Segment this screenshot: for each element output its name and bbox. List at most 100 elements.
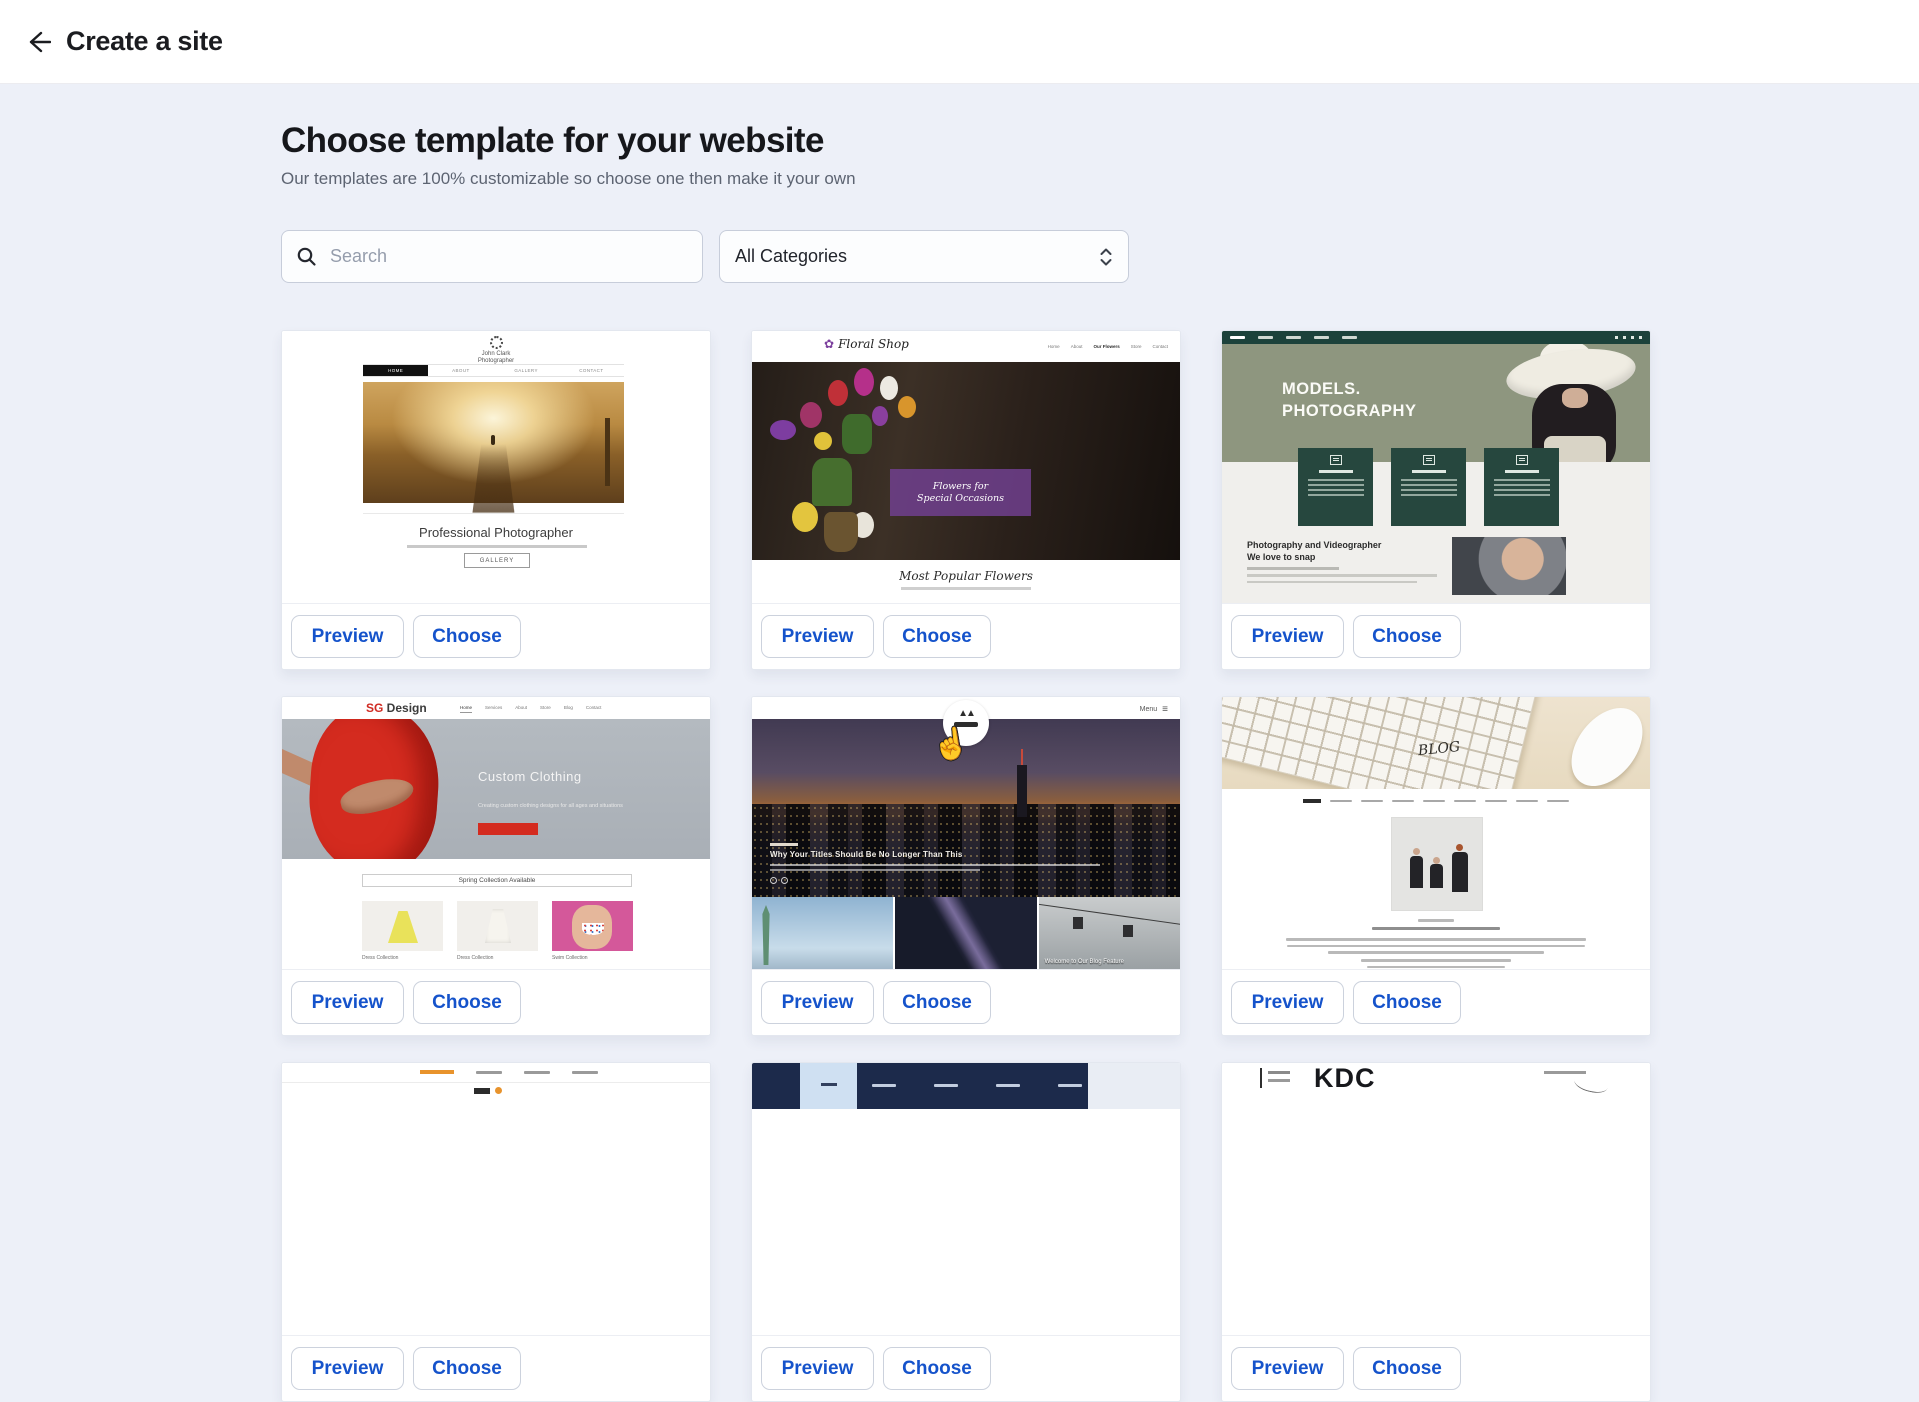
statue-of-liberty-thumb bbox=[752, 897, 893, 970]
mini-product-row: Dress Collection Dress Collection Swim C… bbox=[362, 901, 633, 961]
mini-banner: Spring Collection Available bbox=[362, 874, 632, 887]
search-input[interactable] bbox=[328, 245, 688, 268]
card-actions: Preview Choose bbox=[752, 970, 1180, 1035]
text-line bbox=[770, 869, 980, 871]
text-line bbox=[1268, 1079, 1290, 1082]
card-actions: Preview Choose bbox=[752, 1336, 1180, 1401]
camera-icon bbox=[1516, 455, 1528, 465]
preview-button[interactable]: Preview bbox=[761, 981, 874, 1024]
night-sky-thumb bbox=[895, 897, 1036, 970]
document-icon bbox=[1330, 455, 1342, 465]
image-icon bbox=[1423, 455, 1435, 465]
preview-button[interactable]: Preview bbox=[291, 981, 404, 1024]
hamburger-icon: ≡ bbox=[1162, 704, 1168, 715]
mini-nav-active-cell bbox=[800, 1063, 857, 1109]
preview-button[interactable]: Preview bbox=[1231, 615, 1344, 658]
mini-hero-red-dress-photo: Custom Clothing Creating custom clothing… bbox=[282, 719, 710, 859]
preview-button[interactable]: Preview bbox=[291, 1347, 404, 1390]
back-button[interactable] bbox=[16, 20, 60, 64]
search-box[interactable] bbox=[281, 230, 703, 283]
mini-nav bbox=[1222, 799, 1650, 803]
template-thumbnail-partial-2 bbox=[752, 1063, 1180, 1336]
preview-button[interactable]: Preview bbox=[761, 615, 874, 658]
mini-gallery-button: GALLERY bbox=[464, 553, 530, 568]
preview-button[interactable]: Preview bbox=[1231, 981, 1344, 1024]
choose-button[interactable]: Choose bbox=[413, 981, 521, 1024]
search-icon bbox=[296, 246, 317, 267]
choose-button[interactable]: Choose bbox=[413, 1347, 521, 1390]
card-actions: Preview Choose bbox=[282, 604, 710, 669]
text-line bbox=[770, 864, 1100, 866]
template-thumbnail-photographer: John Clark Photographer HOME ABOUT GALLE… bbox=[282, 331, 710, 604]
mini-hero-keyboard-photo: BLOG bbox=[1222, 697, 1650, 789]
preview-button[interactable]: Preview bbox=[761, 1347, 874, 1390]
select-stepper-icon bbox=[1099, 246, 1113, 268]
card-actions: Preview Choose bbox=[282, 970, 710, 1035]
mini-hero-field-photo bbox=[363, 382, 624, 503]
preview-button[interactable]: Preview bbox=[1231, 1347, 1344, 1390]
template-card-clothing: SG Design Home Services About Store Blog… bbox=[281, 696, 711, 1036]
text-line bbox=[1268, 1071, 1290, 1074]
template-card-partial-3: KDC Preview Choose bbox=[1221, 1062, 1651, 1402]
template-thumbnail-travel-blog: Menu ≡ ▲▲ Why Your Titles Should Be No L… bbox=[752, 697, 1180, 970]
mini-portrait-photo bbox=[1452, 537, 1566, 595]
choose-button[interactable]: Choose bbox=[883, 1347, 991, 1390]
template-thumbnail-models: MODELS. PHOTOGRAPHY Photography and Vide… bbox=[1222, 331, 1650, 604]
template-thumbnail-partial-1 bbox=[282, 1063, 710, 1336]
choose-button[interactable]: Choose bbox=[1353, 615, 1461, 658]
text-line bbox=[1222, 938, 1650, 954]
mini-hero-overlay: Flowers for Special Occasions bbox=[890, 469, 1031, 516]
mini-hero-title: MODELS. PHOTOGRAPHY bbox=[1282, 378, 1416, 422]
mini-post-overlay: Why Your Titles Should Be No Longer Than… bbox=[770, 843, 1100, 884]
arrow-left-icon bbox=[25, 29, 51, 55]
text-line bbox=[1222, 959, 1650, 968]
preview-button[interactable]: Preview bbox=[291, 615, 404, 658]
text-line bbox=[1222, 919, 1650, 922]
decorative-curve bbox=[1573, 1072, 1610, 1096]
mini-hero-bouquet-photo: Flowers for Special Occasions bbox=[752, 362, 1180, 560]
choose-button[interactable]: Choose bbox=[1353, 981, 1461, 1024]
main-content: Choose template for your website Our tem… bbox=[0, 121, 1919, 1402]
mini-nav: Home Services About Store Blog Contact bbox=[460, 705, 601, 713]
mini-body-text: Photography and Videographer We love to … bbox=[1247, 539, 1437, 583]
mini-post-title: Why Your Titles Should Be No Longer Than… bbox=[770, 850, 1100, 859]
mini-menu: Menu ≡ bbox=[1140, 704, 1168, 715]
card-actions: Preview Choose bbox=[752, 604, 1180, 669]
text-line bbox=[1222, 927, 1650, 930]
mouse-shape bbox=[1557, 697, 1650, 789]
mini-nav: Home About Our Flowers Store Contact bbox=[1048, 344, 1168, 349]
choose-button[interactable]: Choose bbox=[1353, 1347, 1461, 1390]
page-title: Create a site bbox=[66, 26, 223, 57]
mini-section-title: Most Popular Flowers bbox=[752, 569, 1180, 583]
template-card-partial-2: Preview Choose bbox=[751, 1062, 1181, 1402]
template-thumbnail-partial-3: KDC bbox=[1222, 1063, 1650, 1336]
template-card-blog: BLOG bbox=[1221, 696, 1651, 1036]
text-line bbox=[770, 843, 798, 846]
mini-nav: HOME ABOUT GALLERY CONTACT bbox=[363, 364, 624, 377]
text-line bbox=[1247, 574, 1437, 577]
template-thumbnail-clothing: SG Design Home Services About Store Blog… bbox=[282, 697, 710, 970]
choose-button[interactable]: Choose bbox=[883, 981, 991, 1024]
text-line bbox=[407, 545, 587, 548]
mini-thumb-caption: Welcome to Our Blog Feature bbox=[1045, 959, 1124, 965]
template-thumbnail-blog: BLOG bbox=[1222, 697, 1650, 970]
mini-hero-subtitle: Creating custom clothing designs for all… bbox=[478, 803, 628, 810]
card-actions: Preview Choose bbox=[282, 1336, 710, 1401]
top-bar: Create a site bbox=[0, 0, 1919, 84]
flower-icon: ✿ bbox=[824, 337, 834, 351]
mini-brand: ✿Floral Shop bbox=[824, 337, 909, 351]
filter-row: All Categories bbox=[281, 230, 1919, 283]
mini-logo bbox=[474, 1087, 502, 1094]
mini-cta-button bbox=[478, 823, 538, 835]
text-line bbox=[1247, 567, 1339, 570]
template-card-models: MODELS. PHOTOGRAPHY Photography and Vide… bbox=[1221, 330, 1651, 670]
choose-button[interactable]: Choose bbox=[413, 615, 521, 658]
mini-article-photo bbox=[1391, 817, 1483, 911]
hand-cursor-icon: ☝ bbox=[930, 725, 972, 765]
mini-feature-cards bbox=[1298, 448, 1559, 526]
choose-button[interactable]: Choose bbox=[883, 615, 991, 658]
category-select[interactable]: All Categories bbox=[719, 230, 1129, 283]
mini-thumbnail-row: Welcome to Our Blog Feature bbox=[752, 897, 1180, 970]
keyboard-shape bbox=[1222, 697, 1539, 789]
mini-hero-title: Professional Photographer bbox=[282, 525, 710, 540]
